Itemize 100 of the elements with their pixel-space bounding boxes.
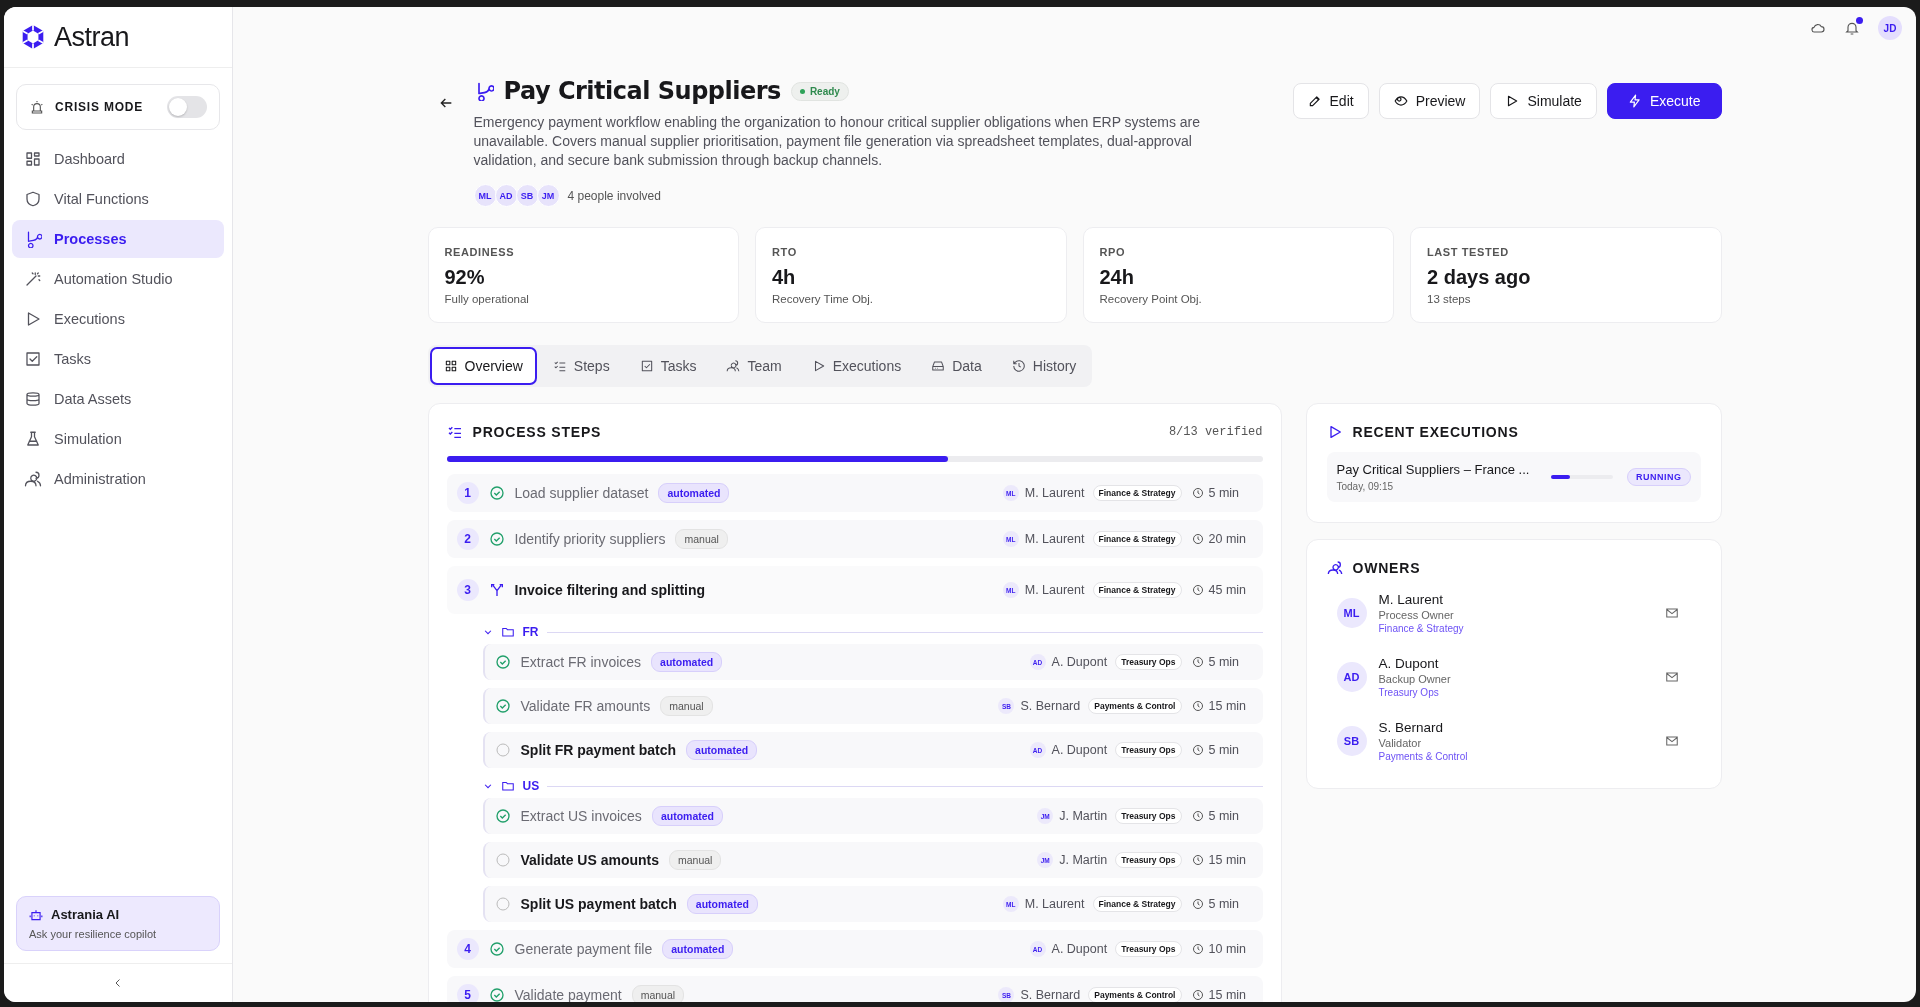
logo-icon xyxy=(20,24,46,50)
owner-name: M. Laurent xyxy=(1378,592,1445,607)
mail-icon[interactable] xyxy=(1664,606,1679,620)
step-duration: 5 min xyxy=(1208,486,1241,500)
chevron-icon[interactable] xyxy=(482,627,493,637)
action-button[interactable]: Simulate xyxy=(1490,83,1597,119)
team-tag: Treasury Ops xyxy=(1115,808,1182,824)
clock-icon xyxy=(1191,989,1204,1001)
crisis-mode-toggle[interactable] xyxy=(167,96,207,118)
owner-avatar: ML xyxy=(1336,598,1367,628)
tab[interactable]: Overview xyxy=(429,347,537,385)
verified-count: 8/13 verified xyxy=(1168,425,1263,439)
step-title: Invoice filtering and splitting xyxy=(514,582,706,598)
status-chip: Ready xyxy=(790,81,849,101)
action-button[interactable]: Execute xyxy=(1606,83,1722,119)
execution-item[interactable]: Pay Critical Suppliers – France ... Today, 09:15 RUNNING xyxy=(1326,452,1701,502)
mode-tag: automated xyxy=(651,806,723,826)
checklist-icon xyxy=(446,424,463,440)
tab[interactable]: History xyxy=(997,347,1091,385)
clock-icon xyxy=(1191,533,1204,545)
step-duration: 15 min xyxy=(1208,699,1248,713)
action-icon xyxy=(1307,94,1322,108)
execution-name: Pay Critical Suppliers – France ... xyxy=(1336,462,1531,477)
nav-item[interactable]: Simulation xyxy=(12,420,224,458)
team-tag: Payments & Control xyxy=(1088,698,1182,714)
stat-caption: Fully operational xyxy=(444,293,530,305)
nav-item[interactable]: Vital Functions xyxy=(12,180,224,218)
owner-name: J. Martin xyxy=(1059,853,1108,867)
tab-icon xyxy=(639,359,654,373)
person-avatar: ML xyxy=(473,184,497,207)
stat-label: READINESS xyxy=(444,246,516,258)
mode-tag: manual xyxy=(675,529,728,549)
step-title: Extract US invoices xyxy=(520,808,642,824)
tab[interactable]: Data xyxy=(917,347,996,385)
owner-name: M. Laurent xyxy=(1024,532,1085,546)
owner-team: Finance & Strategy xyxy=(1378,623,1465,634)
team-tag: Finance & Strategy xyxy=(1092,582,1182,598)
nav-item[interactable]: Tasks xyxy=(12,340,224,378)
nav-item[interactable]: Executions xyxy=(12,300,224,338)
status-badge: RUNNING xyxy=(1627,468,1691,486)
team-tag: Treasury Ops xyxy=(1115,941,1182,957)
clock-icon xyxy=(1191,487,1204,499)
nav-item[interactable]: Administration xyxy=(12,460,224,498)
assistant-subtitle: Ask your resilience copilot xyxy=(29,928,158,940)
clock-icon xyxy=(1191,744,1204,756)
clock-icon xyxy=(1191,854,1204,866)
tab[interactable]: Team xyxy=(712,347,796,385)
mode-tag: automated xyxy=(686,740,758,760)
owner-role: Validator xyxy=(1378,737,1423,749)
stat-label: LAST TESTED xyxy=(1427,246,1510,258)
stat-value: 92% xyxy=(444,266,486,289)
step-duration: 5 min xyxy=(1208,743,1241,757)
step-title: Generate payment file xyxy=(514,941,653,957)
team-tag: Payments & Control xyxy=(1088,987,1182,1002)
chevron-icon[interactable] xyxy=(482,781,493,791)
nav-item[interactable]: Processes xyxy=(12,220,224,258)
users-icon xyxy=(1326,560,1343,576)
folder-icon xyxy=(500,625,515,639)
action-button[interactable]: Edit xyxy=(1292,83,1369,119)
team-tag: Treasury Ops xyxy=(1115,654,1182,670)
mode-tag: automated xyxy=(662,939,734,959)
step-title: Split US payment batch xyxy=(520,896,677,912)
step-duration: 10 min xyxy=(1208,942,1248,956)
user-avatar[interactable]: JD xyxy=(1878,16,1902,40)
mail-icon[interactable] xyxy=(1664,734,1679,748)
tab[interactable]: Executions xyxy=(797,347,916,385)
owner-name: S. Bernard xyxy=(1378,720,1445,735)
step-number: 4 xyxy=(456,938,479,960)
owner-name: S. Bernard xyxy=(1020,699,1081,713)
step-title: Split FR payment batch xyxy=(520,742,677,758)
mode-tag: automated xyxy=(651,652,723,672)
execution-time: Today, 09:15 xyxy=(1336,481,1395,492)
team-tag: Finance & Strategy xyxy=(1092,896,1182,912)
step-number: 5 xyxy=(456,984,479,1002)
owner-name: A. Dupont xyxy=(1051,942,1108,956)
tab[interactable]: Steps xyxy=(538,347,624,385)
owner-name: M. Laurent xyxy=(1024,583,1085,597)
mail-icon[interactable] xyxy=(1664,670,1679,684)
action-icon xyxy=(1627,94,1642,108)
mode-tag: manual xyxy=(669,850,722,870)
clock-icon xyxy=(1191,700,1204,712)
section-title: PROCESS STEPS xyxy=(472,424,603,440)
stat-label: RTO xyxy=(772,246,798,258)
owner-team: Payments & Control xyxy=(1378,751,1469,762)
tab[interactable]: Tasks xyxy=(625,347,711,385)
nav-item[interactable]: Data Assets xyxy=(12,380,224,418)
split-icon xyxy=(488,582,505,598)
clock-icon xyxy=(1191,898,1204,910)
bell-icon[interactable] xyxy=(1844,20,1860,36)
nav-item[interactable]: Automation Studio xyxy=(12,260,224,298)
tab-icon xyxy=(552,359,567,373)
step-number: 1 xyxy=(456,482,479,504)
team-tag: Finance & Strategy xyxy=(1092,485,1182,501)
assistant-card[interactable]: Astrania AI Ask your resilience copilot xyxy=(16,896,220,951)
nav-item[interactable]: Dashboard xyxy=(12,140,224,178)
assistant-title: Astrania AI xyxy=(51,907,120,922)
group-label: US xyxy=(522,779,540,793)
owner-name: A. Dupont xyxy=(1051,655,1108,669)
stat-caption: Recovery Time Obj. xyxy=(772,293,874,305)
action-button[interactable]: Preview xyxy=(1378,83,1481,119)
